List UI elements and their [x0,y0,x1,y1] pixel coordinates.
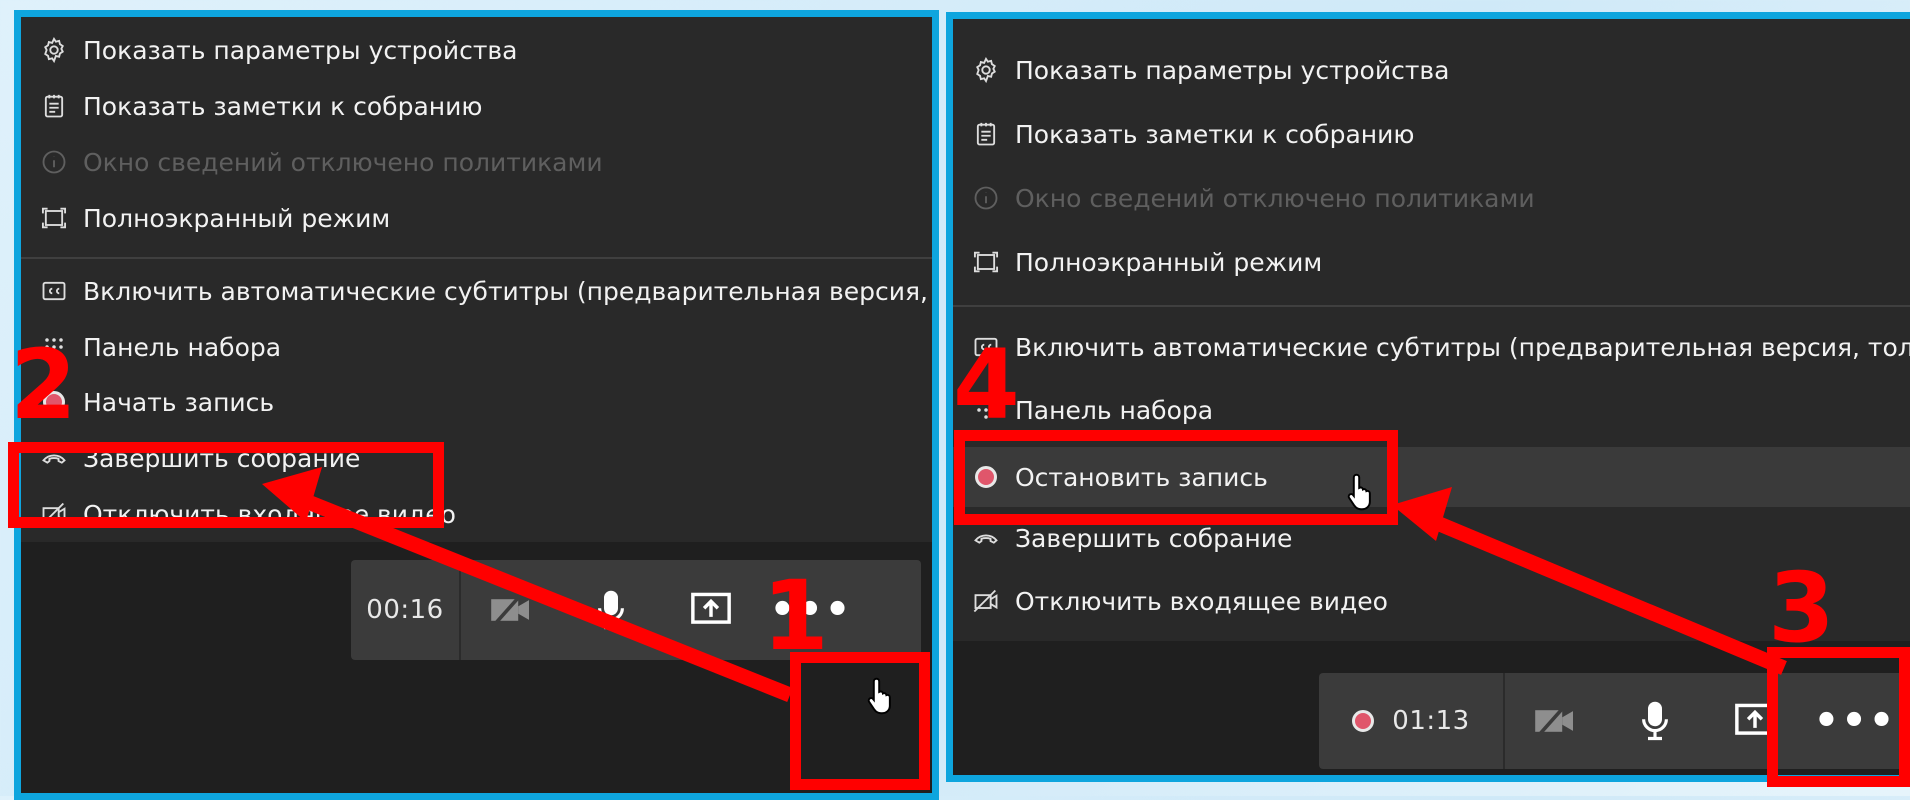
hangup-icon [971,523,1001,553]
call-toolbar: 00:16 ••• [351,560,921,660]
menu-item-meeting-notes[interactable]: Показать заметки к собранию [39,91,932,121]
menu-item-label: Панель набора [83,332,282,362]
info-icon [39,147,69,177]
gear-icon [971,55,1001,85]
menu-item-label: Панель набора [1015,395,1214,425]
menu-item-label: Включить автоматические субтитры (предва… [83,276,939,306]
video-off-icon [971,586,1001,616]
menu-item-label: Включить автоматические субтитры (предва… [1015,332,1910,362]
menu-item-label: Показать параметры устройства [83,35,518,65]
menu-item-label: Окно сведений отключено политиками [1015,183,1535,213]
menu-item-live-captions[interactable]: Включить автоматические субтитры (предва… [971,332,1910,362]
share-screen-button[interactable] [661,560,761,660]
right-meeting-panel: Показать параметры устройства Показать з… [946,12,1910,782]
menu-item-live-captions[interactable]: Включить автоматические субтитры (предва… [39,276,932,306]
menu-item-label: Полноэкранный режим [1015,247,1323,277]
menu-item-label: Отключить входящее видео [1015,586,1388,616]
menu-item-meeting-notes[interactable]: Показать заметки к собранию [971,119,1910,149]
captions-icon [39,276,69,306]
recording-timer: 01:13 [1319,673,1503,769]
menu-item-device-settings[interactable]: Показать параметры устройства [39,35,932,65]
microphone-button[interactable] [561,560,661,660]
menu-item-fullscreen[interactable]: Полноэкранный режим [39,203,932,233]
menu-divider [953,305,1910,307]
call-timer: 00:16 [366,595,444,625]
menu-item-device-settings[interactable]: Показать параметры устройства [971,55,1910,85]
step-number-1: 1 [762,560,829,672]
notes-icon [971,119,1001,149]
gear-icon [39,35,69,65]
fullscreen-icon [971,247,1001,277]
menu-item-label: Показать заметки к собранию [1015,119,1415,149]
step-number-4: 4 [953,329,1020,441]
info-icon [971,183,1001,213]
microphone-icon [1642,701,1668,741]
menu-item-end-meeting[interactable]: Завершить собрание [971,523,1910,553]
highlight-start-recording [8,442,444,528]
menu-item-dial-pad[interactable]: Панель набора [39,332,932,362]
menu-item-label: Показать заметки к собранию [83,91,483,121]
step-number-3: 3 [1768,552,1835,664]
menu-item-info-disabled: Окно сведений отключено политиками [971,183,1910,213]
menu-item-info-disabled: Окно сведений отключено политиками [39,147,932,177]
menu-item-dial-pad[interactable]: Панель набора [971,395,1910,425]
fullscreen-icon [39,203,69,233]
camera-off-icon [491,592,529,628]
microphone-button[interactable] [1605,673,1705,769]
camera-off-button[interactable] [1505,673,1605,769]
highlight-more-button-left [790,652,930,790]
notes-icon [39,91,69,121]
share-screen-icon [691,592,731,624]
highlight-more-button-right [1767,647,1910,787]
camera-off-button[interactable] [461,560,561,660]
recording-indicator-icon [1352,710,1375,732]
menu-item-label: Показать параметры устройства [1015,55,1450,85]
menu-item-label: Окно сведений отключено политиками [83,147,603,177]
camera-off-icon [1535,703,1573,739]
menu-item-fullscreen[interactable]: Полноэкранный режим [971,247,1910,277]
menu-divider [21,257,932,259]
step-number-2: 2 [10,329,77,441]
microphone-icon [598,590,624,630]
menu-item-label: Полноэкранный режим [83,203,391,233]
highlight-stop-recording [954,430,1398,525]
menu-item-start-recording[interactable]: Начать запись [39,387,932,417]
hand-cursor-icon [867,677,891,715]
menu-item-label: Завершить собрание [1015,523,1293,553]
hand-cursor-icon [1347,473,1371,511]
menu-item-label: Начать запись [83,387,275,417]
